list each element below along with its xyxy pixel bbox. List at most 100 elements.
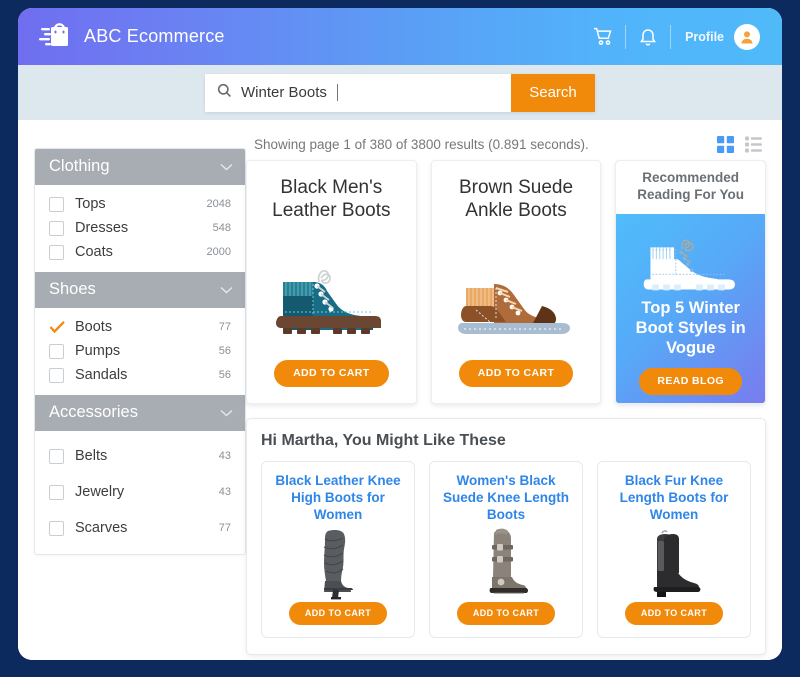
facet-option-count: 77 <box>218 321 231 333</box>
facet-option-dresses[interactable]: Dresses 548 <box>35 216 245 240</box>
teal-lace-up-boot-image <box>257 223 406 360</box>
facet-option-jewelry[interactable]: Jewelry 43 <box>35 474 245 510</box>
bell-icon[interactable] <box>626 27 670 47</box>
app-title: ABC Ecommerce <box>84 26 225 46</box>
buckled-mid-calf-boot-image <box>474 524 538 602</box>
facet-option-label: Scarves <box>75 520 128 536</box>
facet-options-shoes: Boots 77 Pumps 56 Sandals 56 <box>35 308 245 395</box>
facet-group-accessories[interactable]: Accessories <box>35 395 245 431</box>
results-summary: Showing page 1 of 380 of 3800 results (0… <box>254 136 589 152</box>
main-column: Showing page 1 of 380 of 3800 results (0… <box>246 120 782 660</box>
facet-group-label: Shoes <box>49 280 96 298</box>
facet-option-belts[interactable]: Belts 43 <box>35 438 245 474</box>
divider <box>670 24 672 49</box>
white-outline-boot-image <box>627 222 755 298</box>
product-card[interactable]: Black Men's Leather Boots ADD TO CART <box>246 160 417 404</box>
facet-option-count: 43 <box>218 450 231 462</box>
facet-option-scarves[interactable]: Scarves 77 <box>35 510 245 546</box>
facet-option-count: 56 <box>218 345 231 357</box>
facet-card: Clothing Tops 2048 Dresses 548 Coats 200… <box>34 148 246 555</box>
facet-option-label: Coats <box>75 244 113 260</box>
facet-option-count: 43 <box>218 486 231 498</box>
facet-option-sandals[interactable]: Sandals 56 <box>35 363 245 387</box>
recommendation-card[interactable]: Black Fur Knee Length Boots for Women AD… <box>597 461 751 638</box>
search-icon <box>217 83 232 103</box>
facet-option-label: Jewelry <box>75 484 125 500</box>
recommendation-title[interactable]: Women's Black Suede Knee Length Boots <box>438 473 574 524</box>
facet-option-coats[interactable]: Coats 2000 <box>35 240 245 264</box>
brand[interactable]: ABC Ecommerce <box>38 19 225 54</box>
promo-title: Top 5 Winter Boot Styles in Vogue <box>635 298 746 357</box>
facet-group-shoes[interactable]: Shoes <box>35 272 245 308</box>
checkbox[interactable] <box>49 367 64 383</box>
add-to-cart-button[interactable]: ADD TO CART <box>288 602 388 625</box>
recommendations-heading: Hi Martha, You Might Like These <box>261 432 506 449</box>
results-bar: Showing page 1 of 380 of 3800 results (0… <box>246 120 766 160</box>
facet-group-label: Clothing <box>49 157 110 175</box>
black-chelsea-boot-image <box>637 524 711 602</box>
checkbox[interactable] <box>49 448 64 464</box>
profile-label[interactable]: Profile <box>685 30 724 44</box>
view-toggles <box>717 135 766 153</box>
product-title: Black Men's Leather Boots <box>272 177 391 221</box>
chevron-down-icon <box>220 403 233 422</box>
facet-option-label: Dresses <box>75 220 129 236</box>
checkbox-checked[interactable] <box>49 319 65 335</box>
page-body: Clothing Tops 2048 Dresses 548 Coats 200… <box>18 120 782 660</box>
facet-option-count: 2048 <box>206 198 231 210</box>
search-input[interactable]: Winter Boots <box>205 73 511 112</box>
facet-option-label: Boots <box>75 319 113 335</box>
facet-option-boots[interactable]: Boots 77 <box>35 315 245 339</box>
checkbox[interactable] <box>49 520 64 536</box>
product-card[interactable]: Brown Suede Ankle Boots ADD TO CART <box>430 160 602 404</box>
grid-view-icon[interactable] <box>717 135 734 153</box>
promo-eyebrow: Recommended Reading For You <box>616 161 766 214</box>
product-title: Brown Suede Ankle Boots <box>458 177 574 221</box>
search-bar: Winter Boots Search <box>205 73 595 112</box>
list-view-icon[interactable] <box>745 136 762 153</box>
facet-option-count: 2000 <box>206 246 231 258</box>
slouchy-heeled-boot-image <box>306 524 370 602</box>
chevron-down-icon <box>220 157 233 176</box>
checkbox[interactable] <box>49 484 64 500</box>
brown-suede-ankle-boot-image <box>442 223 591 360</box>
cart-icon[interactable] <box>581 27 625 46</box>
recommendation-card[interactable]: Women's Black Suede Knee Length Boots AD… <box>429 461 583 638</box>
app-header: ABC Ecommerce Profile <box>18 8 782 65</box>
facet-options-clothing: Tops 2048 Dresses 548 Coats 2000 <box>35 185 245 272</box>
add-to-cart-button[interactable]: ADD TO CART <box>458 360 574 387</box>
add-to-cart-button[interactable]: ADD TO CART <box>274 360 389 387</box>
facet-group-clothing[interactable]: Clothing <box>35 149 245 185</box>
promo-body: Top 5 Winter Boot Styles in Vogue READ B… <box>616 213 766 403</box>
facet-option-label: Sandals <box>75 367 128 383</box>
facet-sidebar: Clothing Tops 2048 Dresses 548 Coats 200… <box>18 120 246 660</box>
facet-option-count: 548 <box>212 222 231 234</box>
checkbox[interactable] <box>49 343 64 359</box>
avatar[interactable] <box>734 23 760 50</box>
search-button[interactable]: Search <box>511 73 595 112</box>
recommendation-card[interactable]: Black Leather Knee High Boots for Women <box>261 461 415 638</box>
facet-option-label: Tops <box>75 196 106 212</box>
facet-options-accessories: Belts 43 Jewelry 43 Scarves 77 <box>35 431 245 554</box>
facet-group-label: Accessories <box>49 403 138 421</box>
facet-option-label: Pumps <box>75 343 121 359</box>
checkbox[interactable] <box>49 196 64 212</box>
add-to-cart-button[interactable]: ADD TO CART <box>624 602 724 625</box>
product-grid: Black Men's Leather Boots ADD TO CART Br… <box>246 160 767 404</box>
recommendation-title[interactable]: Black Fur Knee Length Boots for Women <box>606 473 742 524</box>
checkbox[interactable] <box>49 244 64 260</box>
promo-card[interactable]: Recommended Reading For You Top 5 Winter… <box>615 160 767 404</box>
checkbox[interactable] <box>49 220 64 236</box>
read-blog-button[interactable]: READ BLOG <box>639 368 742 396</box>
recommendation-title[interactable]: Black Leather Knee High Boots for Women <box>270 473 406 524</box>
facet-option-count: 77 <box>218 522 231 534</box>
add-to-cart-button[interactable]: ADD TO CART <box>456 602 556 625</box>
facet-option-count: 56 <box>218 369 231 381</box>
search-strip: Winter Boots Search <box>18 65 782 120</box>
search-value: Winter Boots <box>241 84 327 101</box>
facet-option-pumps[interactable]: Pumps 56 <box>35 339 245 363</box>
recommendations-row: Black Leather Knee High Boots for Women <box>261 461 751 638</box>
shopping-bag-icon <box>38 19 72 54</box>
facet-option-tops[interactable]: Tops 2048 <box>35 192 245 216</box>
text-caret <box>336 84 338 101</box>
